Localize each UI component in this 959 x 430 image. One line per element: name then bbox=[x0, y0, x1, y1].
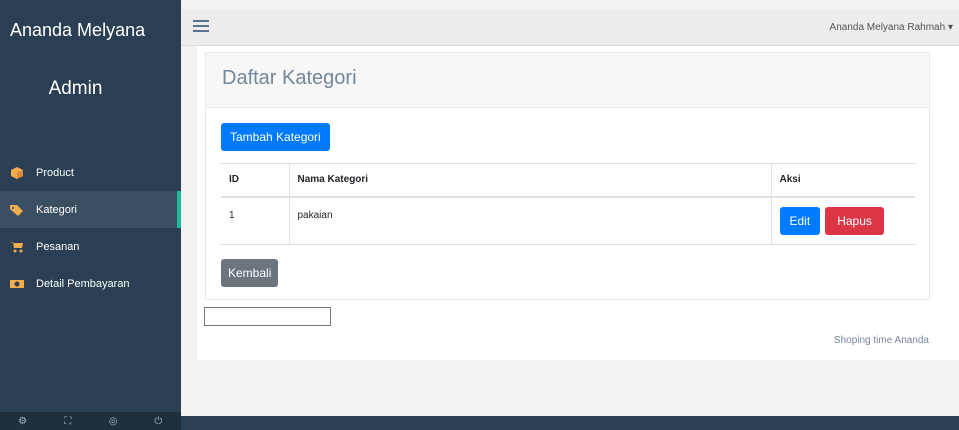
cart-icon bbox=[10, 241, 23, 252]
sidebar-item-label: Product bbox=[36, 166, 74, 179]
tags-icon bbox=[10, 204, 23, 216]
bottom-bar bbox=[181, 416, 959, 430]
caret-down-icon: ▾ bbox=[947, 22, 953, 33]
edit-button[interactable]: Edit bbox=[779, 206, 821, 235]
back-button[interactable]: Kembali bbox=[221, 259, 279, 287]
category-table: ID Nama Kategori Aksi 1 pakaian Edit Hapu… bbox=[221, 163, 915, 245]
sidebar-item-label: Kategori bbox=[36, 203, 77, 216]
cell-id: 1 bbox=[221, 196, 290, 245]
cell-nama: pakaian bbox=[289, 196, 772, 245]
header-aksi: Aksi bbox=[771, 163, 915, 198]
eye-slash-icon[interactable]: ◎ bbox=[93, 416, 133, 427]
table-header-row: ID Nama Kategori Aksi bbox=[221, 163, 915, 198]
sidebar: Ananda Melyana Admin Product Kategori Pe… bbox=[0, 0, 181, 430]
footer-text: Shoping time Ananda bbox=[833, 335, 929, 346]
sidebar-item-label: Pesanan bbox=[36, 240, 80, 253]
sidebar-item-detail-pembayaran[interactable]: Detail Pembayaran bbox=[0, 265, 181, 302]
user-menu[interactable]: Ananda Melyana Rahmah ▾ bbox=[830, 22, 953, 33]
table-row: 1 pakaian Edit Hapus bbox=[221, 196, 915, 245]
top-nav: Ananda Melyana Rahmah ▾ bbox=[181, 10, 959, 46]
add-category-button[interactable]: Tambah Kategori bbox=[221, 123, 330, 151]
cube-icon bbox=[11, 166, 23, 179]
sidebar-item-kategori[interactable]: Kategori bbox=[0, 191, 181, 228]
header-nama-kategori: Nama Kategori bbox=[289, 163, 772, 198]
cell-aksi: Edit Hapus bbox=[771, 196, 915, 245]
page-title: Daftar Kategori bbox=[206, 53, 929, 108]
header-id: ID bbox=[221, 163, 290, 198]
fullscreen-icon[interactable]: ⛶ bbox=[48, 416, 88, 427]
power-icon[interactable]: ⏻ bbox=[138, 416, 178, 427]
profile-role: Admin bbox=[48, 78, 103, 99]
sidebar-item-product[interactable]: Product bbox=[0, 154, 181, 191]
user-name: Ananda Melyana Rahmah bbox=[829, 22, 946, 33]
sidebar-item-pesanan[interactable]: Pesanan bbox=[0, 228, 181, 265]
sidebar-menu: Product Kategori Pesanan Detail Pembayar… bbox=[0, 154, 181, 302]
brand-title[interactable]: Ananda Melyana bbox=[0, 0, 181, 50]
kategori-panel: Daftar Kategori Tambah Kategori ID Nama … bbox=[205, 52, 930, 300]
menu-toggle-icon[interactable] bbox=[193, 20, 209, 32]
sidebar-footer: ⚙ ⛶ ◎ ⏻ bbox=[0, 412, 181, 430]
money-icon bbox=[10, 279, 24, 288]
gear-icon[interactable]: ⚙ bbox=[3, 416, 43, 427]
sidebar-item-label: Detail Pembayaran bbox=[36, 277, 130, 290]
delete-button[interactable]: Hapus bbox=[825, 206, 884, 235]
footer-input[interactable] bbox=[204, 307, 331, 326]
